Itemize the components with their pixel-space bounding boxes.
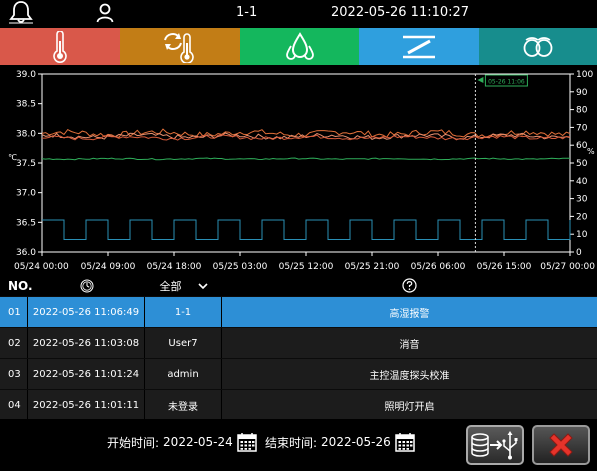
- row-message: 主控温度探头校准: [369, 370, 450, 382]
- row-no: 04: [0, 390, 28, 420]
- right-tick-label: 30: [576, 195, 588, 205]
- row-user: User7: [145, 328, 222, 358]
- right-axis-unit: %: [587, 147, 595, 156]
- right-tick-label: 40: [576, 177, 588, 187]
- eggs-icon: [523, 36, 553, 57]
- user-icon[interactable]: [96, 3, 114, 23]
- x-tick-label: 05/25 21:00: [345, 262, 400, 272]
- water-drops-icon: [285, 31, 314, 60]
- table-row[interactable]: 01 2022-05-26 11:06:49 1-1 高湿报警: [0, 296, 597, 327]
- table-header: NO. 全部: [0, 275, 597, 296]
- left-tick-label: 36.5: [16, 218, 36, 228]
- end-date-value: 2022-05-26: [321, 435, 391, 449]
- x-tick-label: 05/24 00:00: [14, 262, 69, 272]
- x-tick-label: 05/26 06:00: [411, 262, 466, 272]
- status-bar: 1-1 2022-05-26 11:10:27: [0, 0, 597, 28]
- x-tick-label: 05/26 15:00: [477, 262, 532, 272]
- start-date-field[interactable]: 开始时间: 2022-05-24: [107, 432, 257, 452]
- history-chart[interactable]: 39.038.538.037.537.036.536.0℃10090807060…: [0, 65, 597, 275]
- right-tick-label: 90: [576, 88, 588, 98]
- close-button[interactable]: [532, 425, 590, 465]
- row-message: 高湿报警: [389, 308, 430, 320]
- tab-humidity[interactable]: [240, 28, 359, 65]
- row-time: 2022-05-26 11:01:11: [28, 390, 145, 420]
- chevron-down-icon: [197, 282, 208, 289]
- tab-temperature[interactable]: [0, 28, 120, 65]
- row-user: 未登录: [145, 390, 222, 420]
- row-time: 2022-05-26 11:01:24: [28, 359, 145, 389]
- right-tick-label: 100: [576, 70, 593, 80]
- right-tick-label: 20: [576, 212, 588, 222]
- left-tick-label: 37.0: [16, 189, 36, 199]
- row-no: 02: [0, 328, 28, 358]
- left-tick-label: 38.0: [16, 129, 36, 139]
- column-message[interactable]: [222, 275, 597, 296]
- row-time: 2022-05-26 11:03:08: [28, 328, 145, 358]
- damper-icon: [403, 35, 435, 58]
- calendar-icon[interactable]: [237, 432, 257, 452]
- right-tick-label: 50: [576, 159, 588, 169]
- row-time: 2022-05-26 11:06:49: [28, 297, 145, 327]
- help-icon: [402, 278, 417, 293]
- row-no: 03: [0, 359, 28, 389]
- device-id: 1-1: [236, 5, 258, 20]
- category-tabs: [0, 28, 597, 65]
- right-tick-label: 70: [576, 123, 588, 133]
- left-tick-label: 38.5: [16, 100, 36, 110]
- row-user: admin: [145, 359, 222, 389]
- x-tick-label: 05/24 09:00: [81, 262, 136, 272]
- footer-controls: 开始时间: 2022-05-24 结束时间: 2022-05-26: [0, 419, 597, 471]
- row-no: 01: [0, 297, 28, 327]
- close-icon: [549, 433, 573, 457]
- left-tick-label: 37.5: [16, 159, 36, 169]
- bell-icon[interactable]: [8, 0, 34, 24]
- row-message: 照明灯开启: [384, 401, 435, 413]
- current-datetime: 2022-05-26 11:10:27: [331, 5, 470, 20]
- tab-egg-turning[interactable]: [479, 28, 597, 65]
- thermometer-cycle-icon: [164, 32, 194, 63]
- right-tick-label: 0: [576, 248, 582, 258]
- row-message: 消音: [399, 339, 420, 351]
- event-log-table: NO. 全部 01 2022-05-26 11:06:49 1-1 高湿报警 0…: [0, 275, 597, 420]
- user-filter-value: 全部: [159, 279, 182, 293]
- left-axis-unit: ℃: [8, 153, 17, 162]
- cursor-arrow: [477, 77, 484, 83]
- x-tick-label: 05/24 18:00: [147, 262, 202, 272]
- series-line: [41, 157, 570, 161]
- column-time[interactable]: [28, 275, 145, 296]
- x-tick-label: 05/25 03:00: [213, 262, 268, 272]
- right-tick-label: 10: [576, 230, 588, 240]
- end-date-field[interactable]: 结束时间: 2022-05-26: [265, 432, 415, 452]
- export-usb-button[interactable]: [466, 425, 524, 465]
- user-filter-dropdown[interactable]: 全部: [145, 275, 222, 296]
- thermometer-icon: [53, 30, 67, 63]
- table-row[interactable]: 02 2022-05-26 11:03:08 User7 消音: [0, 327, 597, 358]
- cursor-label: 05-26 11:06: [488, 79, 525, 86]
- x-tick-label: 05/25 12:00: [279, 262, 334, 272]
- row-user: 1-1: [145, 297, 222, 327]
- clock-icon: [80, 279, 93, 292]
- right-tick-label: 60: [576, 141, 588, 151]
- column-no: NO.: [8, 278, 33, 293]
- table-row[interactable]: 04 2022-05-26 11:01:11 未登录 照明灯开启: [0, 389, 597, 420]
- left-tick-label: 39.0: [16, 70, 36, 80]
- series-line: [42, 219, 571, 240]
- start-date-value: 2022-05-24: [163, 435, 233, 449]
- tab-temperature-cycle[interactable]: [120, 28, 240, 65]
- right-tick-label: 80: [576, 106, 588, 116]
- end-date-label: 结束时间:: [265, 435, 318, 450]
- tab-ventilation[interactable]: [359, 28, 479, 65]
- start-date-label: 开始时间:: [107, 435, 160, 450]
- calendar-icon[interactable]: [395, 432, 415, 452]
- database-export-usb-icon: [471, 431, 518, 460]
- table-row[interactable]: 03 2022-05-26 11:01:24 admin 主控温度探头校准: [0, 358, 597, 389]
- x-tick-label: 05/27 00:00: [540, 262, 595, 272]
- left-tick-label: 36.0: [16, 248, 36, 258]
